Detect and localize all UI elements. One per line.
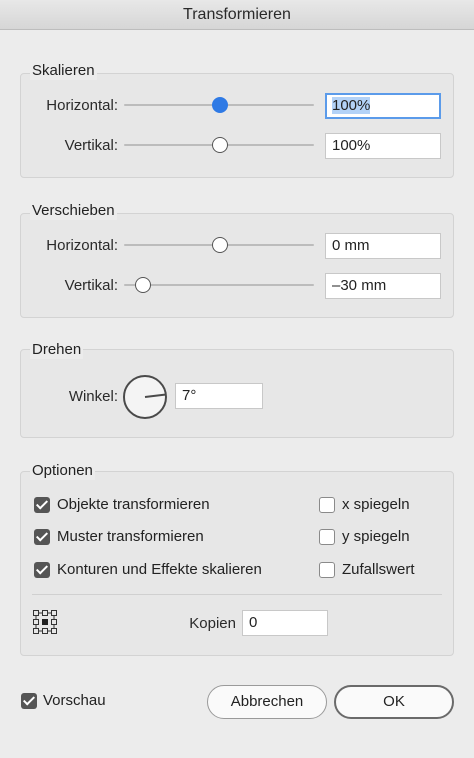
angle-input[interactable]: 7° <box>175 383 263 409</box>
move-horizontal-slider-thumb[interactable] <box>212 237 228 253</box>
reflect-y-checkbox[interactable] <box>319 529 335 545</box>
move-vertical-input[interactable]: –30 mm <box>325 273 441 299</box>
scale-strokes-effects-checkbox[interactable] <box>34 562 50 578</box>
reflect-x-checkbox[interactable] <box>319 497 335 513</box>
move-group <box>20 213 454 318</box>
move-vertical-slider[interactable] <box>124 284 314 286</box>
scale-legend: Skalieren <box>30 62 97 80</box>
move-horizontal-input[interactable]: 0 mm <box>325 233 441 259</box>
angle-dial[interactable] <box>122 374 168 420</box>
reflect-y-label: y spiegeln <box>342 528 410 545</box>
options-divider <box>32 594 442 595</box>
scale-group <box>20 73 454 178</box>
move-vertical-slider-thumb[interactable] <box>135 277 151 293</box>
angle-label: Winkel: <box>68 388 118 405</box>
copies-label: Kopien <box>189 615 236 632</box>
scale-vertical-slider-thumb[interactable] <box>212 137 228 153</box>
scale-horizontal-label: Horizontal: <box>46 97 118 114</box>
scale-vertical-label: Vertikal: <box>64 137 118 154</box>
rotate-legend: Drehen <box>30 341 84 359</box>
transform-objects-checkbox[interactable] <box>34 497 50 513</box>
ok-button[interactable]: OK <box>334 685 454 719</box>
options-legend: Optionen <box>30 462 95 480</box>
transform-patterns-checkbox[interactable] <box>34 529 50 545</box>
transform-patterns-label: Muster transformieren <box>57 528 204 545</box>
scale-horizontal-slider-thumb[interactable] <box>212 97 228 113</box>
random-label: Zufallswert <box>342 561 415 578</box>
window-title: Transformieren <box>0 0 474 30</box>
move-horizontal-label: Horizontal: <box>46 237 118 254</box>
scale-horizontal-input[interactable]: 100% <box>325 93 441 119</box>
scale-strokes-effects-label: Konturen und Effekte skalieren <box>57 561 262 578</box>
move-vertical-label: Vertikal: <box>64 277 118 294</box>
copies-input[interactable]: 0 <box>242 610 328 636</box>
reference-point-icon[interactable] <box>32 609 58 635</box>
transform-objects-label: Objekte transformieren <box>57 496 210 513</box>
preview-label: Vorschau <box>43 692 106 709</box>
preview-checkbox[interactable] <box>21 693 37 709</box>
cancel-button[interactable]: Abbrechen <box>207 685 327 719</box>
move-legend: Verschieben <box>30 202 117 220</box>
scale-vertical-input[interactable]: 100% <box>325 133 441 159</box>
reflect-x-label: x spiegeln <box>342 496 410 513</box>
random-checkbox[interactable] <box>319 562 335 578</box>
